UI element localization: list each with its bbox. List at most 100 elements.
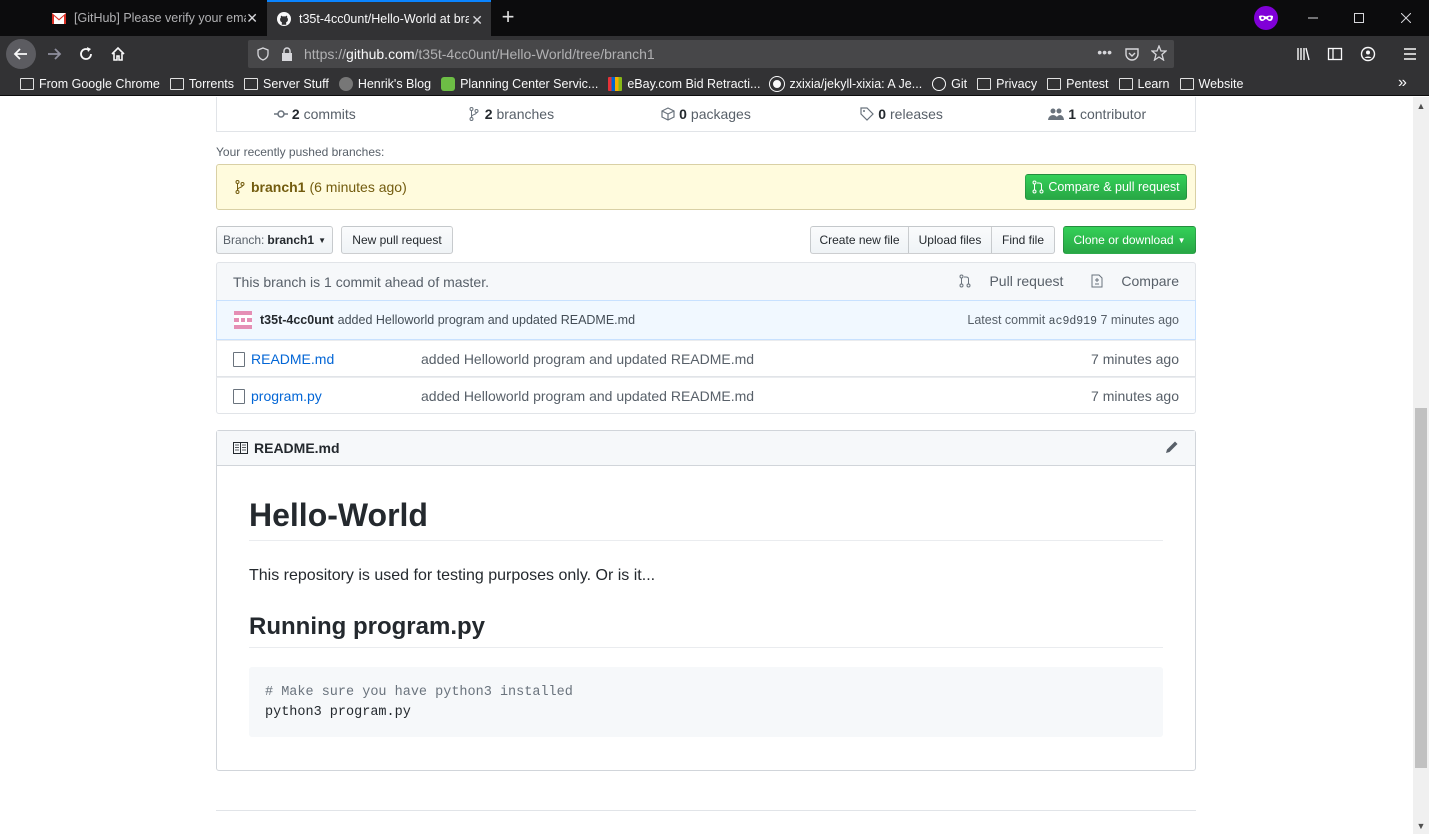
code-comment: # Make sure you have python3 installed [265,685,573,700]
file-name-link[interactable]: program.py [251,388,322,404]
bookmark-folder[interactable]: Website [1179,77,1243,91]
bookmark-folder[interactable]: Torrents [169,77,234,91]
new-tab-button[interactable]: + [496,6,520,30]
tab-gmail[interactable]: [GitHub] Please verify your email ✕ [40,0,266,36]
back-arrow-icon [13,48,27,60]
clone-or-download-button[interactable]: Clone or download ▼ [1063,226,1196,254]
bookmarks-toolbar: From Google Chrome Torrents Server Stuff… [0,72,1429,96]
pull-request-link[interactable]: Pull request [945,273,1063,289]
branch-icon [233,180,247,194]
github-icon [277,12,291,26]
folder-icon [169,77,184,90]
latest-commit-bar: t35t-4cc0unt added Helloworld program an… [216,300,1196,340]
file-age: 7 minutes ago [1091,388,1179,404]
file-row: README.md added Helloworld program and u… [216,340,1196,377]
close-tab-icon[interactable]: ✕ [246,10,258,26]
folder-icon [1118,77,1133,90]
globe-icon [932,76,947,91]
url-text: https://github.com/t35t-4cc0unt/Hello-Wo… [304,46,655,62]
branches-link[interactable]: 2 branches [413,97,609,131]
tab-github-active[interactable]: t35t-4cc0unt/Hello-World at branch1 ✕ [267,0,491,36]
back-button[interactable] [6,39,36,69]
page-actions-menu-icon[interactable]: ••• [1097,44,1112,60]
branch-status-bar: This branch is 1 commit ahead of master.… [216,262,1196,301]
file-row: program.py added Helloworld program and … [216,377,1196,414]
bookmark-folder[interactable]: Pentest [1047,77,1109,91]
repo-summary-bar: 2 commits 2 branches 0 packages 0 releases 1… [216,97,1196,132]
recent-branch-name[interactable]: branch1 [251,179,305,195]
file-icon [233,389,245,404]
hamburger-menu-icon [1404,48,1416,60]
readme-heading-2: Running program.py [249,613,1163,648]
file-commit-message-link[interactable]: added Helloworld program and updated REA… [421,388,754,404]
folder-icon [20,77,34,90]
bookmark-star-icon[interactable] [1150,44,1168,64]
maximize-button[interactable] [1336,0,1382,36]
releases-link[interactable]: 0 releases [804,97,1000,131]
home-button[interactable] [104,40,132,68]
scroll-up-arrow-icon[interactable]: ▲ [1413,98,1429,114]
packages-link[interactable]: 0 packages [608,97,804,131]
new-pull-request-button[interactable]: New pull request [341,226,453,254]
account-icon [1360,46,1376,62]
file-age: 7 minutes ago [1091,351,1179,367]
avatar[interactable] [234,311,252,329]
gmail-icon [52,11,66,25]
code-command: python3 program.py [265,705,411,720]
library-button[interactable] [1290,40,1318,68]
private-browsing-icon [1254,6,1278,30]
bookmark-folder[interactable]: Server Stuff [244,77,329,91]
bookmark-link[interactable]: eBay.com Bid Retracti... [608,76,760,91]
commit-sha-link[interactable]: ac9d919 [1049,315,1097,328]
branch-select-button[interactable]: Branch: branch1 ▼ [216,226,333,254]
pocket-icon[interactable] [1124,46,1140,65]
recent-branch-time: (6 minutes ago) [309,179,407,195]
bookmark-link[interactable]: Henrik's Blog [338,76,431,91]
bookmark-folder[interactable]: Learn [1118,77,1170,91]
bookmark-folder[interactable]: From Google Chrome [20,77,160,91]
file-commit-message-link[interactable]: added Helloworld program and updated REA… [421,351,754,367]
folder-icon [977,77,992,90]
readme-header: README.md [217,431,1195,466]
bookmarks-overflow-chevron-icon[interactable]: » [1398,74,1407,92]
recent-branch-banner: branch1 (6 minutes ago) Compare & pull r… [216,164,1196,210]
file-actions-group: Create new file Upload files Find file [810,226,1055,254]
bookmark-link[interactable]: Git [932,76,967,91]
home-icon [111,46,125,61]
reload-button[interactable] [72,40,100,68]
bookmark-link[interactable]: Planning Center Servic... [441,76,598,91]
contributors-link[interactable]: 1 contributor [999,97,1195,131]
file-icon [233,352,245,367]
menu-button[interactable] [1396,40,1424,68]
find-file-button[interactable]: Find file [991,226,1055,254]
compare-link[interactable]: Compare [1077,273,1179,289]
address-bar[interactable]: https://github.com/t35t-4cc0unt/Hello-Wo… [248,40,1174,68]
account-button[interactable] [1354,40,1382,68]
commit-icon [273,107,288,121]
file-name-link[interactable]: README.md [251,351,334,367]
compare-pull-request-button[interactable]: Compare & pull request [1025,174,1187,200]
scrollbar-thumb[interactable] [1415,408,1427,768]
sidebar-icon [1327,47,1343,61]
minimize-button[interactable] [1290,0,1336,36]
commit-message-link[interactable]: added Helloworld program and updated REA… [338,313,635,327]
lock-icon [281,47,293,61]
forward-button[interactable] [40,40,68,68]
bookmark-folder[interactable]: Privacy [977,77,1037,91]
tab-title: [GitHub] Please verify your email [74,11,246,25]
commits-link[interactable]: 2 commits [217,97,413,131]
readme-heading-1: Hello-World [249,497,1163,541]
caret-down-icon: ▼ [318,235,326,245]
sidebar-button[interactable] [1321,40,1349,68]
scroll-down-arrow-icon[interactable]: ▼ [1413,818,1429,834]
commit-author-link[interactable]: t35t-4cc0unt [260,313,334,327]
tag-icon [860,107,875,121]
site-info-shield-icon[interactable] [256,47,270,61]
close-tab-icon[interactable]: ✕ [471,12,483,28]
bookmark-link[interactable]: zxixia/jekyll-xixia: A Je... [770,76,922,91]
create-new-file-button[interactable]: Create new file [810,226,909,254]
edit-pencil-icon[interactable] [1165,440,1179,457]
upload-files-button[interactable]: Upload files [908,226,992,254]
close-window-button[interactable] [1383,0,1429,36]
people-icon [1048,107,1065,121]
